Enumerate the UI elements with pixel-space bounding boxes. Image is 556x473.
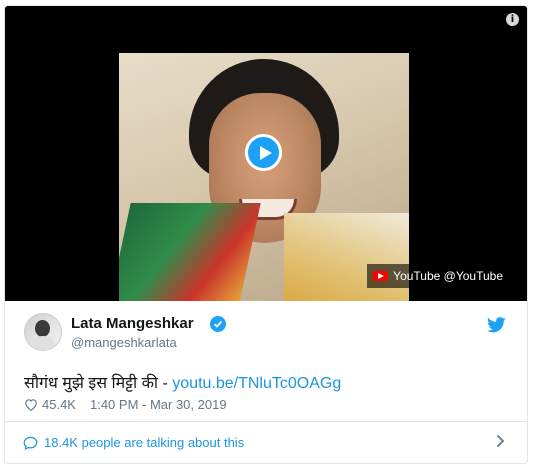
thumbnail-saree-left: [119, 203, 261, 301]
twitter-bird-icon[interactable]: [487, 317, 506, 333]
verified-badge-icon: [210, 316, 226, 332]
video-thumbnail[interactable]: [119, 53, 409, 301]
avatar[interactable]: [24, 313, 62, 351]
video-player[interactable]: i YouTube @YouTube: [5, 6, 527, 301]
tweet-link[interactable]: youtu.be/TNluTc0OAGg: [172, 375, 341, 392]
speech-bubble-icon: [23, 436, 38, 450]
tweet-body: सौगंध मुझे इस मिट्टी की -: [24, 375, 173, 392]
conversation-label: 18.4K people are talking about this: [44, 435, 245, 450]
tweet-text: सौगंध मुझे इस मिट्टी की - youtu.be/TNluT…: [24, 371, 341, 393]
play-icon: [260, 146, 272, 160]
tweet-card[interactable]: i YouTube @YouTube Lata Mangeshkar @mang…: [4, 5, 528, 464]
chevron-right-icon: [496, 434, 505, 448]
tweet-timestamp[interactable]: 1:40 PM - Mar 30, 2019: [90, 397, 227, 412]
youtube-attribution-label: YouTube @YouTube: [393, 269, 503, 283]
tweet-meta: 45.4K 1:40 PM - Mar 30, 2019: [24, 395, 227, 413]
author-handle[interactable]: @mangeshkarlata: [71, 335, 177, 350]
like-count[interactable]: 45.4K: [42, 397, 76, 412]
tweet-header: Lata Mangeshkar @mangeshkarlata: [5, 301, 527, 361]
play-button[interactable]: [245, 134, 282, 171]
youtube-logo-icon: [373, 271, 389, 281]
info-icon[interactable]: i: [506, 13, 519, 26]
youtube-attribution[interactable]: YouTube @YouTube: [367, 264, 509, 288]
conversation-link[interactable]: 18.4K people are talking about this: [5, 422, 527, 463]
author-name[interactable]: Lata Mangeshkar: [71, 315, 194, 332]
heart-icon[interactable]: [24, 398, 38, 411]
